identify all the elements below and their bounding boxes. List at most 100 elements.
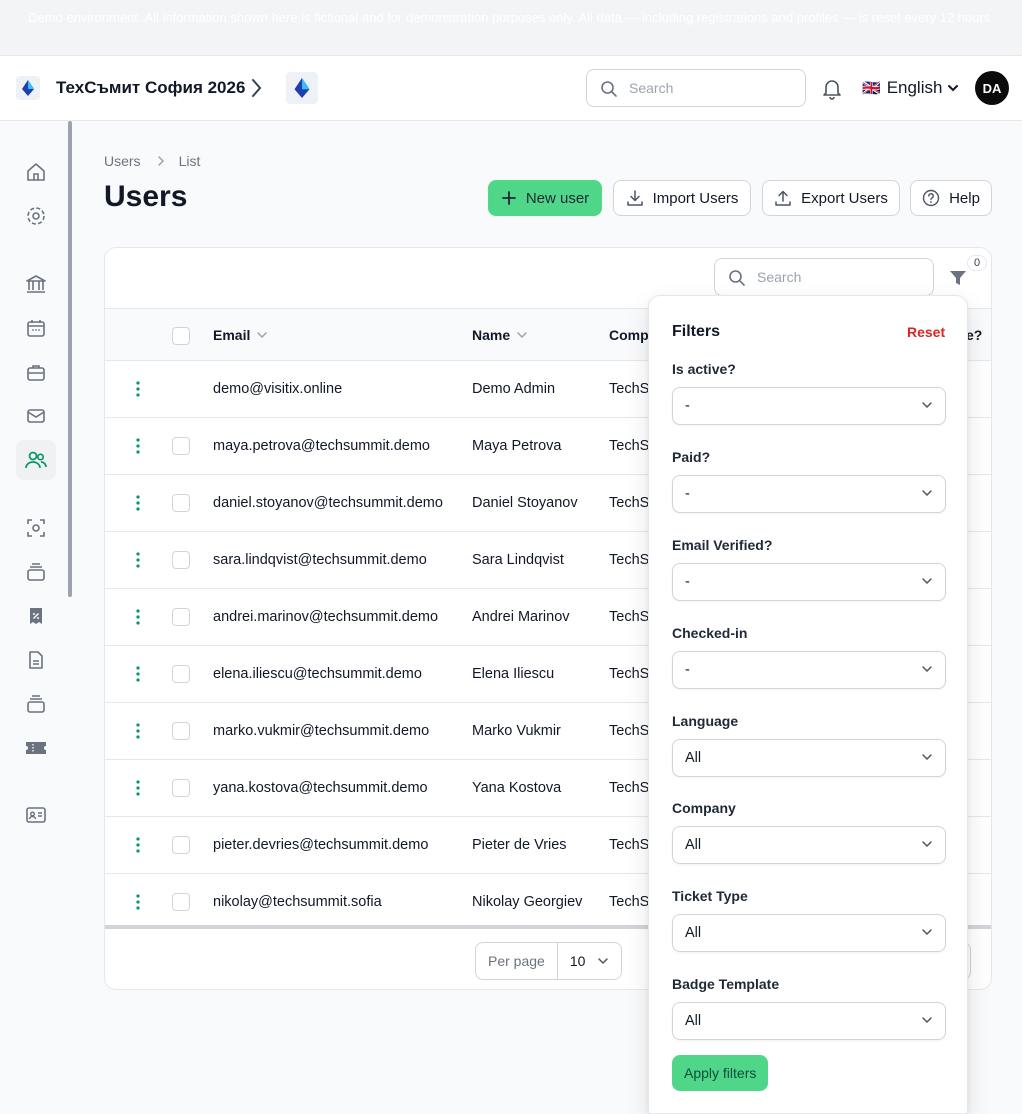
cell-company: TechS [609,780,650,796]
cell-name: Nikolay Georgiev [472,894,583,910]
row-actions-icon[interactable] [135,666,141,682]
sidebar-item-archive[interactable] [16,684,56,724]
sidebar-scrollbar[interactable] [68,121,72,597]
filter-count-badge: 0 [967,255,987,271]
new-user-button[interactable]: New user [488,180,602,216]
reset-filters-button[interactable]: Reset [907,324,945,340]
import-users-button[interactable]: Import Users [613,180,751,216]
row-actions-icon[interactable] [135,609,141,625]
row-checkbox[interactable] [172,437,190,455]
sidebar-item-exhibitors[interactable] [16,352,56,392]
sidebar-item-users[interactable] [16,440,56,480]
sidebar-item-discounts[interactable] [16,596,56,636]
per-page-value-wrap[interactable]: 10 [558,953,622,969]
row-checkbox[interactable] [172,836,190,854]
row-actions-icon[interactable] [135,552,141,568]
table-search-input[interactable] [755,259,915,295]
filter-select-ticket-type[interactable]: All [672,914,946,952]
filter-select-paid[interactable]: - [672,475,946,513]
filter-value: All [685,1013,702,1029]
search-icon [601,81,617,97]
filter-value: All [685,925,702,941]
row-checkbox[interactable] [172,665,190,683]
sidebar-item-badges[interactable] [16,795,56,835]
global-search[interactable] [586,69,806,107]
cell-name: Andrei Marinov [472,609,570,625]
row-actions-icon[interactable] [135,438,141,454]
column-last[interactable]: e? [966,327,982,343]
row-actions-icon[interactable] [135,381,141,397]
row-actions-icon[interactable] [135,837,141,853]
cell-email: sara.lindqvist@techsummit.demo [213,552,427,568]
per-page-select[interactable]: Per page 10 [475,942,623,980]
cell-email: maya.petrova@techsummit.demo [213,438,430,454]
row-checkbox[interactable] [172,779,190,797]
filter-label-email-verified: Email Verified? [672,537,773,553]
filter-select-company[interactable]: All [672,826,946,864]
filter-icon[interactable] [948,268,968,288]
column-email[interactable]: Email [213,327,268,343]
app-logo-icon[interactable] [16,76,40,100]
row-checkbox[interactable] [172,551,190,569]
filter-select-checked-in[interactable]: - [672,651,946,689]
row-checkbox[interactable] [172,893,190,911]
table-search[interactable] [714,258,934,296]
avatar[interactable]: DA [975,71,1009,105]
demo-banner: Demo environment. All information shown … [0,0,1022,56]
help-button[interactable]: Help [910,180,992,216]
filter-select-is-active[interactable]: - [672,387,946,425]
cell-email: elena.iliescu@techsummit.demo [213,666,422,682]
sidebar-item-documents[interactable] [16,640,56,680]
sidebar-item-calendar[interactable] [16,308,56,348]
receipt-percent-icon [30,608,42,624]
row-actions-icon[interactable] [135,495,141,511]
breadcrumb-users[interactable]: Users [104,153,141,169]
select-all-checkbox[interactable] [172,327,190,345]
briefcase-icon [27,365,45,381]
filter-label-checked-in: Checked-in [672,625,748,641]
column-company[interactable]: Comp [609,327,649,343]
chevron-down-icon [922,1017,932,1024]
row-actions-icon[interactable] [135,894,141,910]
stack-icon [27,695,45,713]
sidebar-item-tickets[interactable] [16,728,56,768]
row-actions-icon[interactable] [135,723,141,739]
bell-icon[interactable] [822,78,842,100]
cell-company: TechS [609,894,650,910]
apply-filters-button[interactable]: Apply filters [672,1055,769,1091]
row-checkbox[interactable] [172,608,190,626]
chevron-down-icon [922,402,932,409]
sidebar-item-scanner[interactable] [16,508,56,548]
breadcrumb: Users List [104,153,200,169]
tenant-name[interactable]: ТехСъмит София 2026 [56,78,245,98]
cell-email: marko.vukmir@techsummit.demo [213,723,430,739]
cell-company: TechS [609,552,650,568]
cell-email: daniel.stoyanov@techsummit.demo [213,495,443,511]
filter-label-language: Language [672,713,739,729]
cell-company: TechS [609,837,650,853]
sidebar-item-home[interactable] [16,152,56,192]
filter-select-email-verified[interactable]: - [672,563,946,601]
export-users-button[interactable]: Export Users [762,180,900,216]
filter-label-is-active: Is active? [672,361,736,377]
column-company-label: Comp [609,327,649,343]
row-checkbox[interactable] [172,722,190,740]
row-actions-icon[interactable] [135,780,141,796]
row-checkbox[interactable] [172,494,190,512]
column-name[interactable]: Name [472,327,528,343]
sidebar-item-settings[interactable] [16,196,56,236]
filter-select-language[interactable]: All [672,739,946,777]
chevron-down-icon [922,841,932,848]
event-logo-icon[interactable] [286,72,318,104]
sidebar-item-organization[interactable] [16,264,56,304]
filter-select-badge-template[interactable]: All [672,1002,946,1040]
global-search-input[interactable] [627,70,787,106]
sidebar-item-collections[interactable] [16,552,56,592]
upload-icon [775,190,791,206]
search-icon [729,270,745,286]
filter-value: - [685,662,690,678]
cell-company: TechS [609,609,650,625]
language-switcher[interactable]: 🇬🇧 English [862,76,959,100]
plus-icon [501,191,516,205]
sidebar-item-messages[interactable] [16,396,56,436]
